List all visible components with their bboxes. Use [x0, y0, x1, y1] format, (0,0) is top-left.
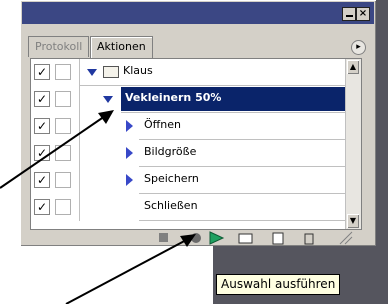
column-divider [79, 113, 80, 140]
dialog-toggle[interactable] [55, 172, 71, 188]
new-action-icon[interactable] [272, 232, 284, 245]
column-divider [79, 194, 80, 221]
toggle-checkbox[interactable]: ✓ [34, 64, 50, 80]
actions-palette: × Protokoll Aktionen ▸ ✓ Klaus ✓ Veklein… [20, 0, 376, 246]
dialog-toggle[interactable] [55, 64, 71, 80]
record-icon[interactable] [191, 233, 201, 243]
command-label: Schließen [144, 199, 198, 212]
column-divider [79, 86, 80, 113]
list-item[interactable]: ✓ Öffnen [31, 113, 345, 140]
palette-menu-button[interactable]: ▸ [351, 40, 366, 55]
toggle-checkbox[interactable]: ✓ [34, 199, 50, 215]
folder-icon [103, 66, 119, 78]
list-item-selected[interactable]: ✓ Vekleinern 50% [31, 86, 345, 113]
set-label: Klaus [123, 64, 153, 77]
resize-grip-icon[interactable] [339, 231, 353, 245]
new-set-icon[interactable] [238, 233, 253, 244]
scroll-down-icon[interactable]: ▼ [347, 214, 359, 228]
row-divider [139, 220, 345, 221]
selection-highlight: Vekleinern 50% [121, 87, 345, 111]
close-icon[interactable]: × [356, 7, 370, 21]
toggle-checkbox[interactable]: ✓ [34, 172, 50, 188]
vertical-scrollbar[interactable]: ▲ ▼ [345, 59, 361, 229]
toggle-checkbox[interactable]: ✓ [34, 145, 50, 161]
palette-titlebar[interactable]: × [22, 2, 374, 24]
list-item[interactable]: ✓ Speichern [31, 167, 345, 194]
command-label: Speichern [144, 172, 199, 185]
list-item[interactable]: ✓ Bildgröße [31, 140, 345, 167]
stop-icon[interactable] [159, 233, 168, 242]
trash-icon[interactable] [304, 233, 314, 245]
dialog-toggle[interactable] [55, 145, 71, 161]
toggle-checkbox[interactable]: ✓ [34, 91, 50, 107]
list-item[interactable]: ✓ Schließen [31, 194, 345, 221]
dialog-toggle[interactable] [55, 199, 71, 215]
tab-protokoll[interactable]: Protokoll [28, 36, 90, 57]
command-label: Bildgröße [144, 145, 197, 158]
expand-triangle-icon[interactable] [87, 69, 97, 76]
column-divider [79, 167, 80, 194]
expand-triangle-icon[interactable] [126, 120, 133, 132]
expand-triangle-icon[interactable] [126, 147, 133, 159]
column-divider [79, 140, 80, 167]
dialog-toggle[interactable] [55, 118, 71, 134]
expand-triangle-icon[interactable] [103, 96, 113, 103]
toggle-checkbox[interactable]: ✓ [34, 118, 50, 134]
tooltip: Auswahl ausführen [216, 274, 341, 295]
scroll-up-icon[interactable]: ▲ [347, 60, 359, 74]
tab-aktionen[interactable]: Aktionen [90, 36, 153, 58]
minimize-icon[interactable] [342, 7, 356, 21]
bottom-toolbar-icons [159, 231, 353, 245]
action-label: Vekleinern 50% [125, 91, 222, 104]
play-icon[interactable] [209, 231, 225, 245]
actions-list: ✓ Klaus ✓ Vekleinern 50% ✓ Öffnen ✓ Bild… [30, 58, 362, 230]
palette-bottom-toolbar [30, 230, 360, 245]
expand-triangle-icon[interactable] [126, 174, 133, 186]
column-divider [79, 59, 80, 86]
list-item[interactable]: ✓ Klaus [31, 59, 345, 86]
dialog-toggle[interactable] [55, 91, 71, 107]
command-label: Öffnen [144, 118, 181, 131]
